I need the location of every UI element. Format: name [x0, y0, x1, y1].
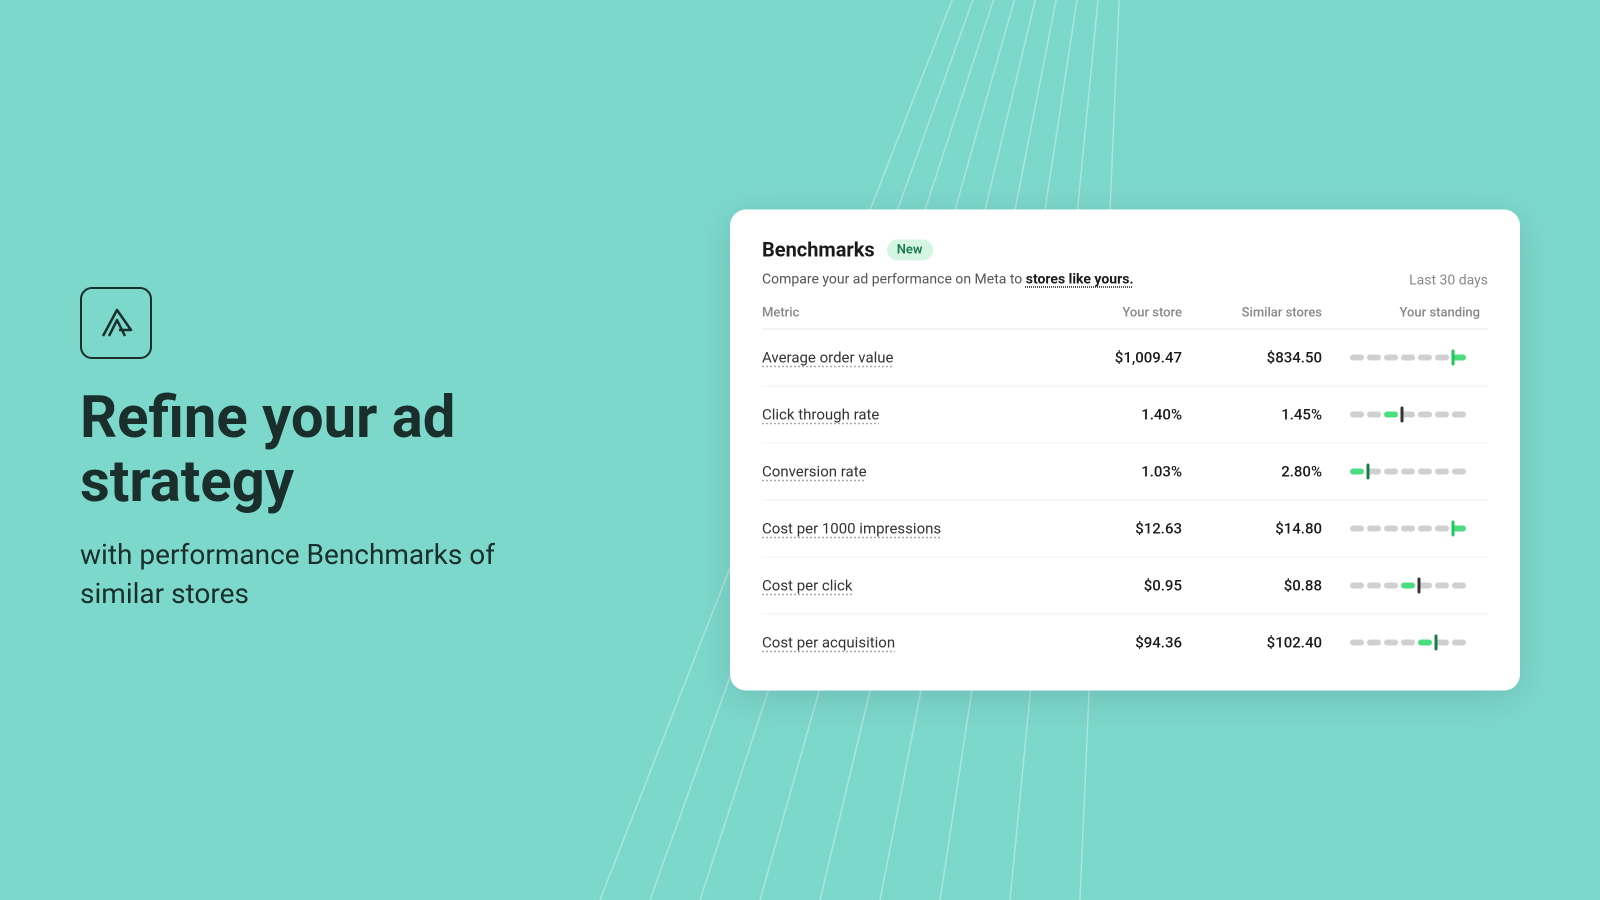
table-row: Conversion rate1.03%2.80% [762, 444, 1488, 501]
similar-stores-value: $14.80 [1182, 520, 1322, 538]
table-row: Cost per click$0.95$0.88 [762, 558, 1488, 615]
col-header-your-store: Your store [1042, 306, 1182, 321]
standing-column [1322, 633, 1488, 653]
standing-column [1322, 405, 1488, 425]
main-subheadline: with performance Benchmarks of similar s… [80, 535, 510, 613]
col-header-similar-stores: Similar stores [1182, 306, 1322, 321]
metric-name: Cost per 1000 impressions [762, 520, 1042, 538]
standing-column [1322, 348, 1488, 368]
benchmarks-card: Benchmarks New Compare your ad performan… [730, 210, 1520, 691]
metric-name: Conversion rate [762, 463, 1042, 481]
table-body: Average order value$1,009.47$834.50Click… [762, 330, 1488, 671]
new-badge: New [887, 239, 933, 260]
subtitle-plain: Compare your ad performance on Meta to [762, 272, 1026, 288]
your-store-value: $0.95 [1042, 577, 1182, 595]
standing-bar [1350, 462, 1480, 482]
standing-column [1322, 519, 1488, 539]
metric-name: Cost per acquisition [762, 634, 1042, 652]
col-header-your-standing: Your standing [1322, 306, 1488, 321]
standing-bar [1350, 576, 1480, 596]
similar-stores-value: $834.50 [1182, 349, 1322, 367]
your-store-value: 1.03% [1042, 463, 1182, 481]
table-row: Cost per acquisition$94.36$102.40 [762, 615, 1488, 671]
logo-icon [95, 302, 137, 344]
main-headline: Refine your ad strategy [80, 387, 510, 515]
table-header: Metric Your store Similar stores Your st… [762, 296, 1488, 330]
table-row: Click through rate1.40%1.45% [762, 387, 1488, 444]
your-store-value: $94.36 [1042, 634, 1182, 652]
last-days-label: Last 30 days [1409, 273, 1488, 289]
subtitle-bold: stores like yours. [1026, 272, 1134, 288]
similar-stores-value: 1.45% [1182, 406, 1322, 424]
standing-bar [1350, 405, 1480, 425]
similar-stores-value: $0.88 [1182, 577, 1322, 595]
similar-stores-value: $102.40 [1182, 634, 1322, 652]
card-title: Benchmarks [762, 238, 875, 262]
standing-bar [1350, 633, 1480, 653]
your-store-value: 1.40% [1042, 406, 1182, 424]
col-header-metric: Metric [762, 306, 1042, 321]
card-header: Benchmarks New [762, 238, 1488, 262]
table-row: Cost per 1000 impressions$12.63$14.80 [762, 501, 1488, 558]
metric-name: Click through rate [762, 406, 1042, 424]
standing-column [1322, 576, 1488, 596]
table-row: Average order value$1,009.47$834.50 [762, 330, 1488, 387]
standing-bar [1350, 519, 1480, 539]
metric-name: Average order value [762, 349, 1042, 367]
your-store-value: $12.63 [1042, 520, 1182, 538]
standing-bar [1350, 348, 1480, 368]
metric-name: Cost per click [762, 577, 1042, 595]
similar-stores-value: 2.80% [1182, 463, 1322, 481]
your-store-value: $1,009.47 [1042, 349, 1182, 367]
standing-column [1322, 462, 1488, 482]
logo-box [80, 287, 152, 359]
card-subtitle: Compare your ad performance on Meta to s… [762, 272, 1134, 288]
